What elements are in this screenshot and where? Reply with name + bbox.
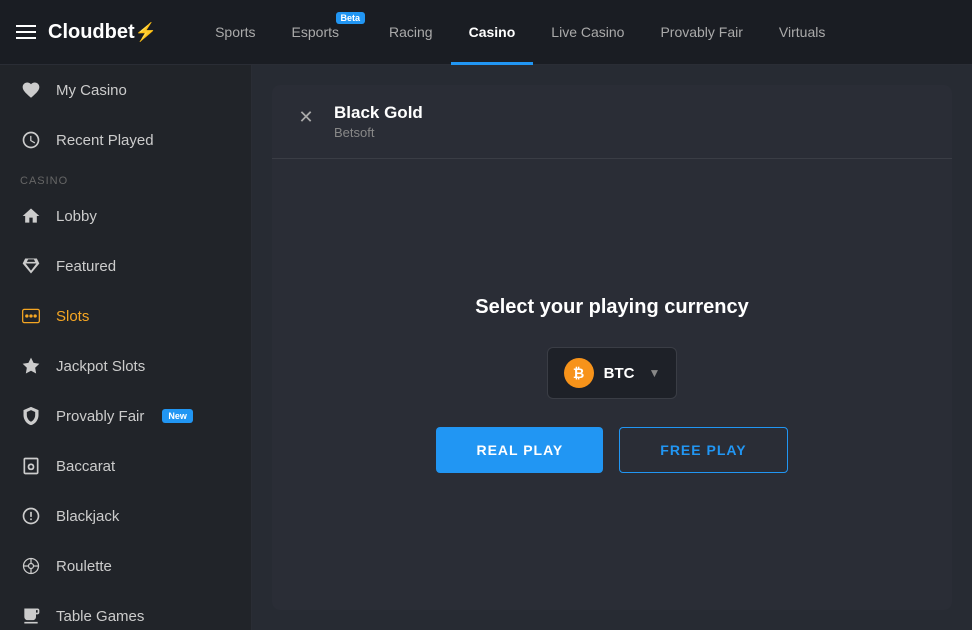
new-badge: New xyxy=(162,409,193,423)
nav-casino[interactable]: Casino xyxy=(451,0,534,65)
home-icon xyxy=(20,205,42,227)
free-play-button[interactable]: FREE PLAY xyxy=(619,427,787,473)
sidebar-item-featured[interactable]: Featured xyxy=(0,241,251,291)
brand-name: Cloudbet xyxy=(48,21,135,44)
sidebar-item-jackpot-slots[interactable]: Jackpot Slots xyxy=(0,341,251,391)
sidebar-label-slots: Slots xyxy=(56,308,89,325)
top-nav: Cloudbet⚡ Sports Esports Beta Racing Cas… xyxy=(0,0,972,65)
close-button[interactable]: ✕ xyxy=(292,103,320,131)
roulette-icon xyxy=(20,555,42,577)
game-provider: Betsoft xyxy=(334,125,423,140)
sidebar-item-roulette[interactable]: Roulette xyxy=(0,541,251,591)
sidebar-label-baccarat: Baccarat xyxy=(56,458,115,475)
nav-provably-fair[interactable]: Provably Fair xyxy=(642,0,760,65)
currency-dropdown-arrow: ▼ xyxy=(648,366,660,380)
game-title: Black Gold xyxy=(334,103,423,123)
currency-select-title: Select your playing currency xyxy=(475,296,748,319)
diamond-icon xyxy=(20,255,42,277)
sidebar: My Casino Recent Played Casino Lobby Fea… xyxy=(0,65,252,630)
sidebar-item-my-casino[interactable]: My Casino xyxy=(0,65,251,115)
sidebar-label-table-games: Table Games xyxy=(56,608,144,625)
beta-badge: Beta xyxy=(336,12,366,24)
logo: Cloudbet⚡ xyxy=(48,21,157,44)
sidebar-label-provably-fair: Provably Fair xyxy=(56,408,144,425)
sidebar-item-slots[interactable]: Slots xyxy=(0,291,251,341)
sidebar-item-table-games[interactable]: Table Games xyxy=(0,591,251,630)
sidebar-item-provably-fair[interactable]: Provably Fair New xyxy=(0,391,251,441)
real-play-button[interactable]: REAL PLAY xyxy=(436,427,603,473)
jackpot-icon xyxy=(20,355,42,377)
hamburger-menu[interactable] xyxy=(16,25,36,39)
sidebar-item-baccarat[interactable]: Baccarat xyxy=(0,441,251,491)
sidebar-label-blackjack: Blackjack xyxy=(56,508,119,525)
btc-icon: ₿ xyxy=(564,358,594,388)
sidebar-label-roulette: Roulette xyxy=(56,558,112,575)
sidebar-item-blackjack[interactable]: Blackjack xyxy=(0,491,251,541)
brand-bolt: ⚡ xyxy=(135,22,157,43)
table-games-icon xyxy=(20,605,42,627)
provably-fair-icon xyxy=(20,405,42,427)
heart-icon xyxy=(20,79,42,101)
slot-icon xyxy=(20,305,42,327)
sidebar-label-my-casino: My Casino xyxy=(56,82,127,99)
sidebar-item-recent-played[interactable]: Recent Played xyxy=(0,115,251,165)
nav-racing[interactable]: Racing xyxy=(371,0,451,65)
game-currency-modal: ✕ Black Gold Betsoft Select your playing… xyxy=(272,85,952,610)
sidebar-item-lobby[interactable]: Lobby xyxy=(0,191,251,241)
clock-icon xyxy=(20,129,42,151)
play-buttons: REAL PLAY FREE PLAY xyxy=(436,427,787,473)
content-area: ✕ Black Gold Betsoft Select your playing… xyxy=(252,65,972,630)
sidebar-label-featured: Featured xyxy=(56,258,116,275)
blackjack-icon xyxy=(20,505,42,527)
currency-selector[interactable]: ₿ BTC ▼ xyxy=(547,347,678,399)
main-layout: My Casino Recent Played Casino Lobby Fea… xyxy=(0,65,972,630)
sidebar-label-jackpot-slots: Jackpot Slots xyxy=(56,358,145,375)
sidebar-label-lobby: Lobby xyxy=(56,208,97,225)
sidebar-label-recent-played: Recent Played xyxy=(56,132,154,149)
nav-links: Sports Esports Beta Racing Casino Live C… xyxy=(197,0,956,65)
nav-virtuals[interactable]: Virtuals xyxy=(761,0,843,65)
currency-label: BTC xyxy=(604,365,635,382)
game-info: Black Gold Betsoft xyxy=(334,103,423,140)
nav-live-casino[interactable]: Live Casino xyxy=(533,0,642,65)
modal-body: Select your playing currency ₿ BTC ▼ REA… xyxy=(272,159,952,610)
nav-esports[interactable]: Esports Beta xyxy=(274,0,371,65)
modal-header: ✕ Black Gold Betsoft xyxy=(272,85,952,159)
casino-section-label: Casino xyxy=(0,165,251,191)
baccarat-icon xyxy=(20,455,42,477)
nav-sports[interactable]: Sports xyxy=(197,0,273,65)
